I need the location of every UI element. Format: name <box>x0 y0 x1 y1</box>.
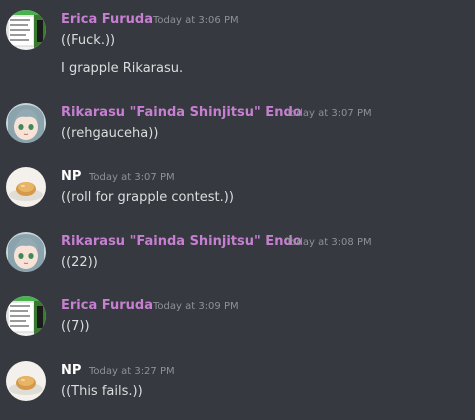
np-avatar-icon[interactable] <box>6 167 46 207</box>
message-text: ((7)) <box>61 319 90 334</box>
message-text: ((roll for grapple contest.)) <box>61 190 234 205</box>
author-name[interactable]: NP <box>61 168 81 186</box>
erica-avatar-icon[interactable] <box>6 296 46 336</box>
message-group: Erica Furuda Today at 3:09 PM ((7)) <box>0 296 475 340</box>
message-text: ((rehgauceha)) <box>61 126 159 141</box>
message-timestamp: Today at 3:08 PM <box>286 237 372 248</box>
author-name[interactable]: Rikarasu "Fainda Shinjitsu" Endo <box>61 233 302 251</box>
message-group: Erica Furuda Today at 3:06 PM ((Fuck.)) … <box>0 10 475 80</box>
author-name[interactable]: Erica Furuda <box>61 11 153 29</box>
message-text: I grapple Rikarasu. <box>61 61 184 76</box>
message-timestamp: Today at 3:06 PM <box>153 15 239 26</box>
message-text: ((22)) <box>61 255 98 270</box>
message-timestamp: Today at 3:07 PM <box>286 108 372 119</box>
message-text: ((This fails.)) <box>61 384 143 399</box>
rikarasu-avatar-icon[interactable] <box>6 103 46 143</box>
message-group: NP Today at 3:07 PM ((roll for grapple c… <box>0 167 475 211</box>
message-timestamp: Today at 3:07 PM <box>89 172 175 183</box>
erica-avatar-icon[interactable] <box>6 10 46 50</box>
author-name[interactable]: Rikarasu "Fainda Shinjitsu" Endo <box>61 104 302 122</box>
np-avatar-icon[interactable] <box>6 361 46 401</box>
message-group: Rikarasu "Fainda Shinjitsu" Endo Today a… <box>0 232 475 276</box>
message-timestamp: Today at 3:27 PM <box>89 366 175 377</box>
author-name[interactable]: NP <box>61 362 81 380</box>
message-text: ((Fuck.)) <box>61 33 116 48</box>
author-name[interactable]: Erica Furuda <box>61 297 153 315</box>
message-group: NP Today at 3:27 PM ((This fails.)) <box>0 361 475 405</box>
chat-log: Erica Furuda Today at 3:06 PM ((Fuck.)) … <box>0 0 475 420</box>
message-timestamp: Today at 3:09 PM <box>153 301 239 312</box>
message-group: Rikarasu "Fainda Shinjitsu" Endo Today a… <box>0 103 475 147</box>
rikarasu-avatar-icon[interactable] <box>6 232 46 272</box>
